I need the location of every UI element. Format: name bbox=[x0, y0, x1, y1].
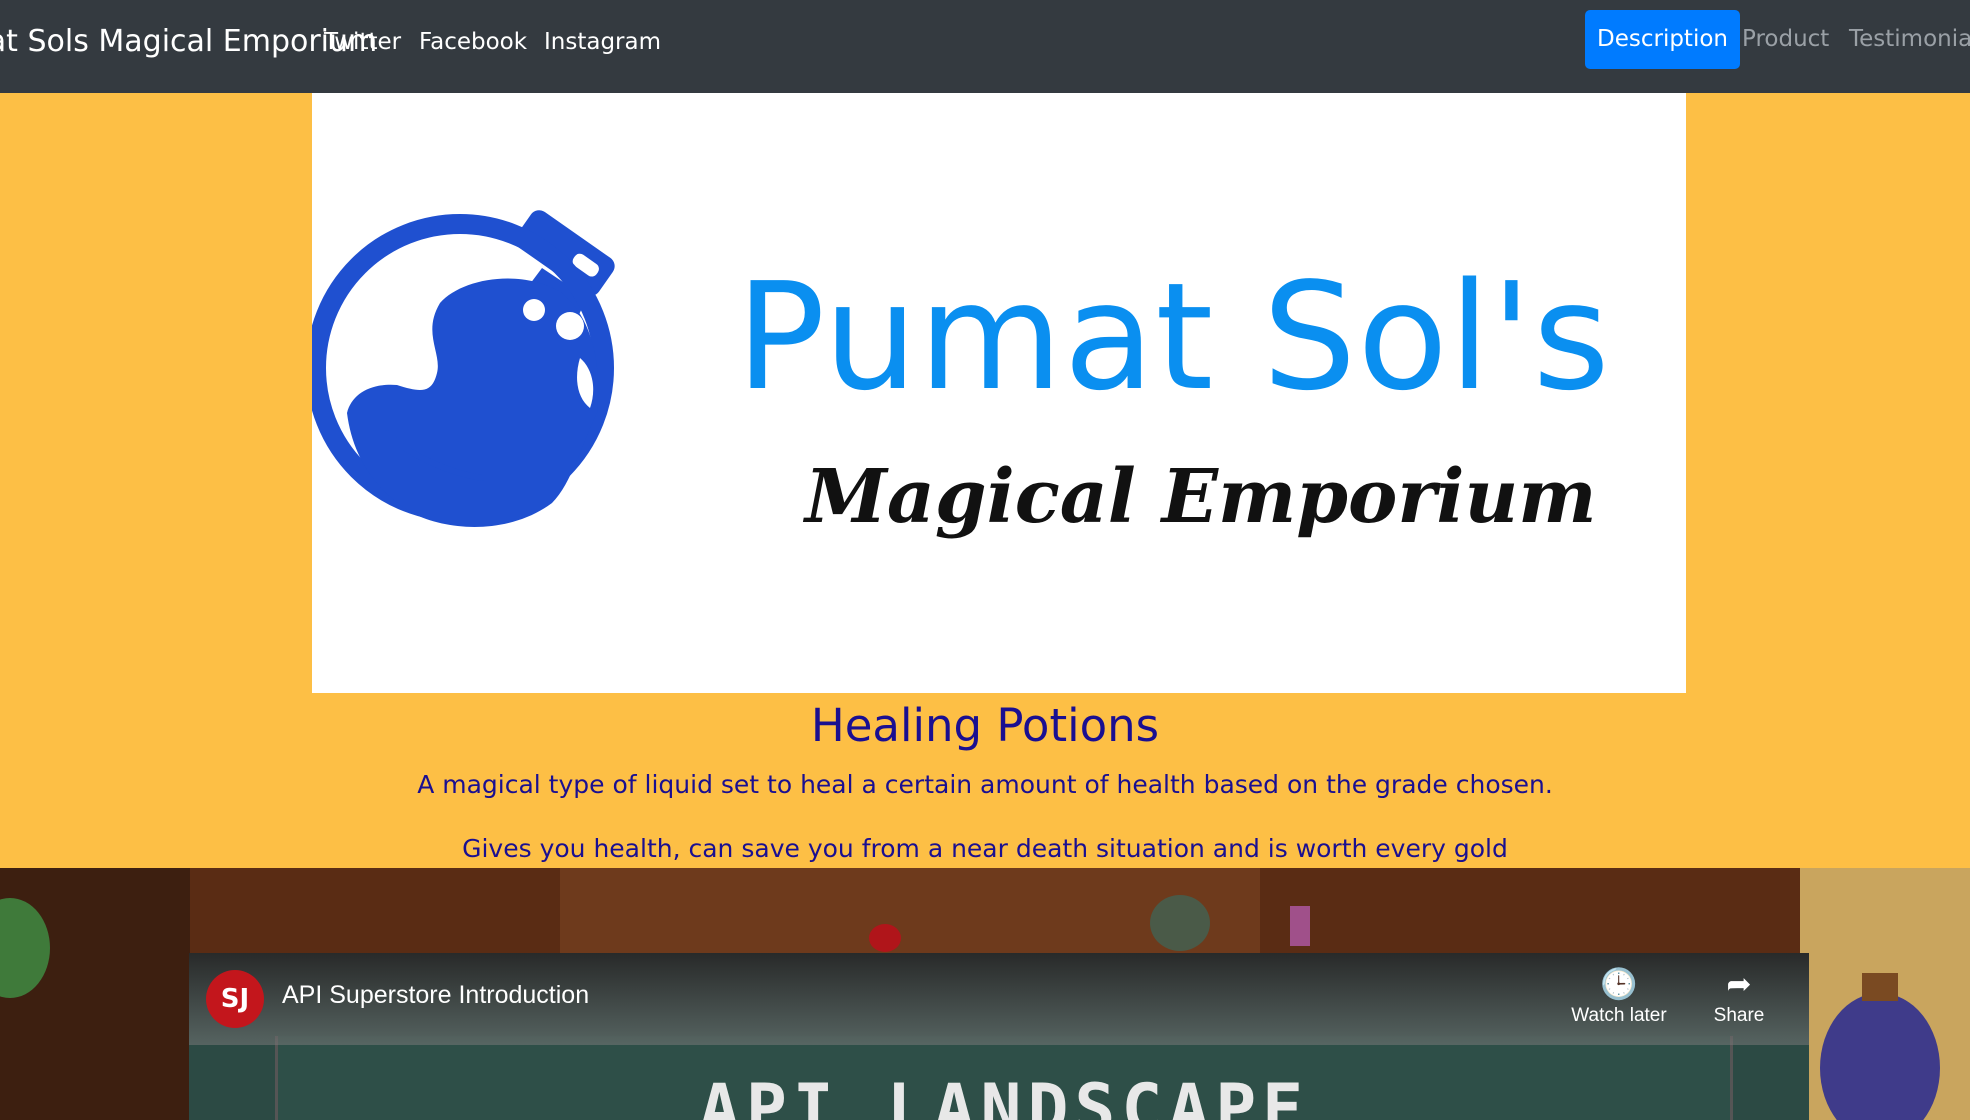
nav-description[interactable]: Description bbox=[1585, 10, 1740, 69]
video-slide: API LANDSCAPE bbox=[275, 1036, 1733, 1120]
watch-later-label: Watch later bbox=[1571, 1005, 1667, 1026]
navbar-brand[interactable]: Pumat Sols Magical Emporium bbox=[0, 20, 377, 63]
product-description: A magical type of liquid set to heal a c… bbox=[417, 770, 1553, 799]
logo-subtitle: Magical Emporium bbox=[805, 454, 1597, 540]
embedded-video-player[interactable]: API LANDSCAPE SJ API Superstore Introduc… bbox=[189, 953, 1809, 1120]
clock-icon: 🕒 bbox=[1600, 968, 1638, 1001]
product-heading: Healing Potions bbox=[810, 699, 1160, 752]
channel-logo-icon[interactable]: SJ bbox=[206, 970, 264, 1028]
logo-title: Pumat Sol's bbox=[736, 251, 1611, 423]
instagram-link[interactable]: Instagram bbox=[544, 26, 661, 58]
top-navbar: Pumat Sols Magical Emporium Twitter Face… bbox=[0, 0, 1970, 93]
slide-title: API LANDSCAPE bbox=[698, 1070, 1310, 1120]
share-label: Share bbox=[1713, 1005, 1765, 1026]
product-benefits: Gives you health, can save you from a ne… bbox=[462, 834, 1508, 863]
nav-product[interactable]: Product bbox=[1730, 10, 1841, 69]
watch-later-button[interactable]: 🕒 Watch later bbox=[1559, 965, 1679, 1043]
share-button[interactable]: ➦ Share bbox=[1679, 965, 1799, 1043]
facebook-link[interactable]: Facebook bbox=[419, 26, 527, 58]
video-top-bar: SJ API Superstore Introduction 🕒 Watch l… bbox=[189, 953, 1809, 1045]
nav-testimonial[interactable]: Testimonial bbox=[1837, 10, 1970, 69]
twitter-link[interactable]: Twitter bbox=[324, 26, 401, 58]
share-icon: ➦ bbox=[1726, 968, 1752, 1001]
hero-logo-banner: Pumat Sol's Magical Emporium bbox=[312, 93, 1686, 693]
video-title[interactable]: API Superstore Introduction bbox=[282, 981, 589, 1010]
